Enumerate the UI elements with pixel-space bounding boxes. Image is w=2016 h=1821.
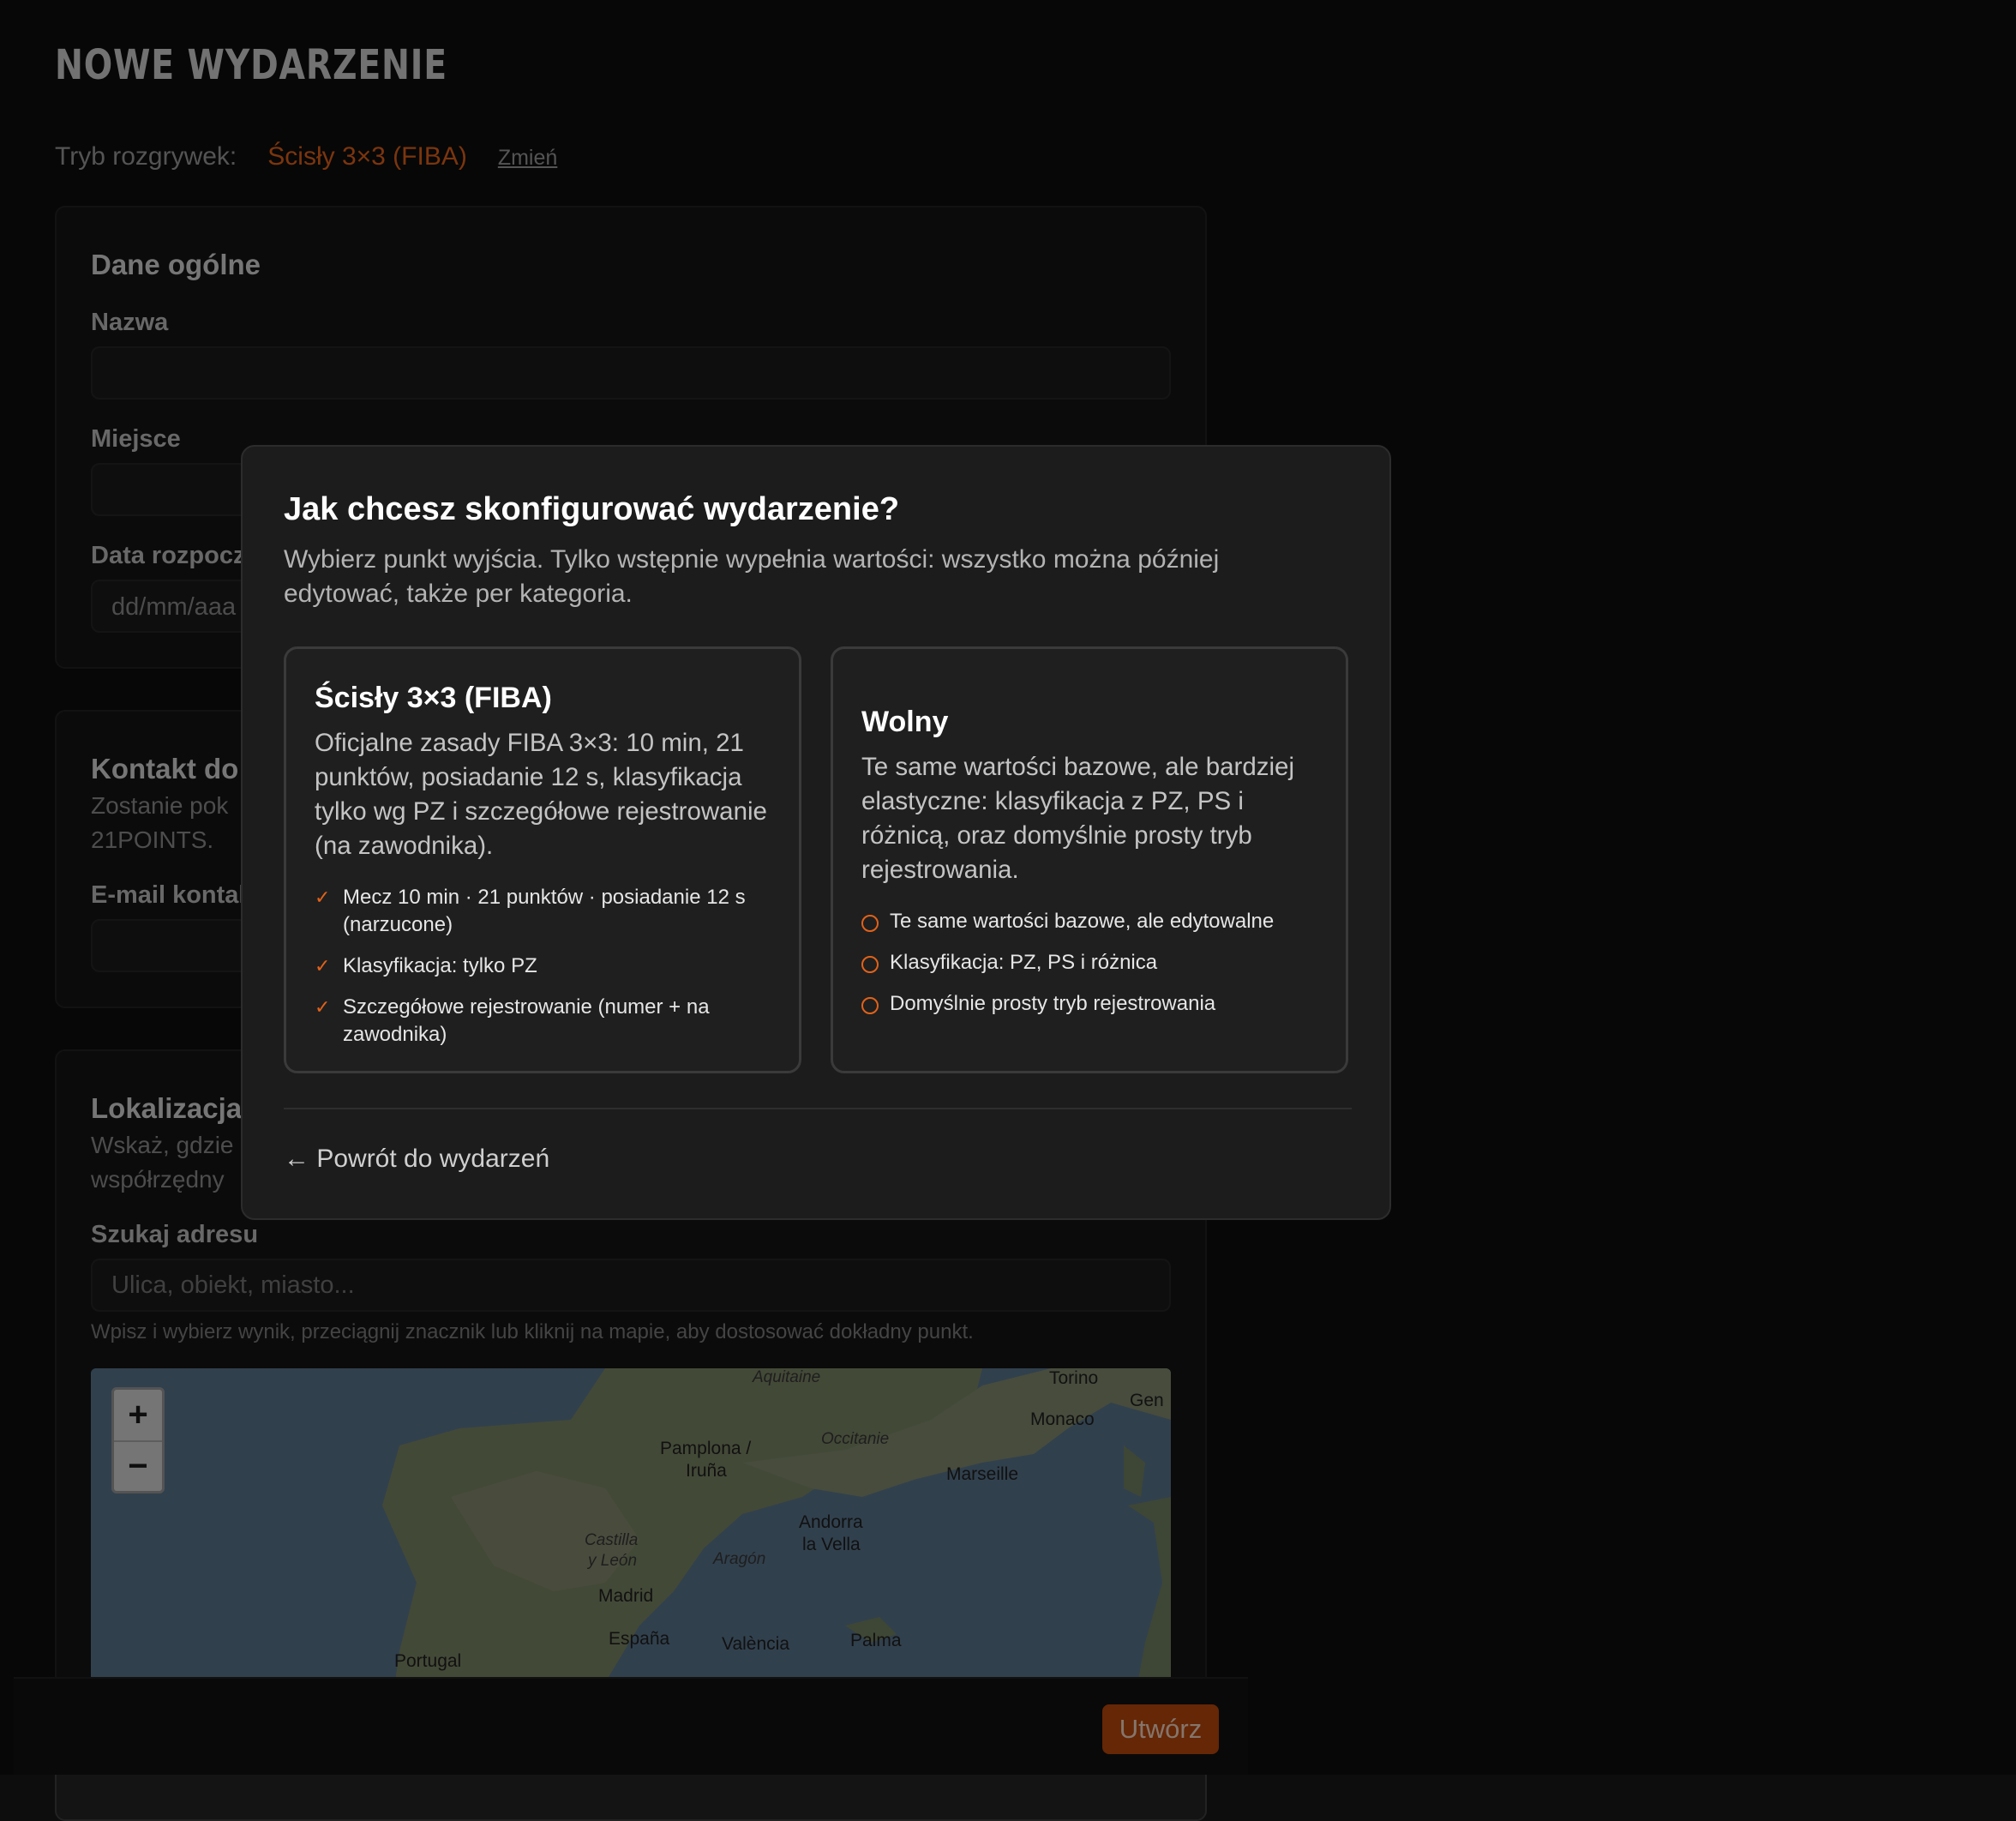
option-free[interactable]: Wolny Te same wartości bazowe, ale bardz…: [831, 646, 1348, 1073]
dialog-description: Wybierz punkt wyjścia. Tylko wstępnie wy…: [284, 545, 1220, 608]
option-feature-text: Domyślnie prosty tryb rejestrowania: [890, 992, 1216, 1015]
option-strict-fiba[interactable]: Ścisły 3×3 (FIBA) Oficjalne zasady FIBA …: [284, 646, 801, 1073]
option-feature: ✓ Szczegółowe rejestrowanie (numer + na z…: [315, 994, 777, 1049]
page: NOWE WYDARZENIE Tryb rozgrywek: Ścisły 3…: [0, 0, 2016, 1821]
option-feature-text: Mecz 10 min · 21 punktów · posiadanie 12…: [343, 886, 746, 936]
dialog-divider: [284, 1108, 1352, 1109]
option-feature-list: Te same wartości bazowe, ale edytowalne …: [861, 908, 1324, 1031]
option-feature: ✓ Mecz 10 min · 21 punktów · posiadanie 1…: [315, 884, 777, 939]
back-to-events-link[interactable]: ← Powrót do wydarzeń: [284, 1145, 549, 1174]
check-icon: ✓: [315, 996, 331, 1018]
option-feature-text: Klasyfikacja: PZ, PS i różnica: [890, 951, 1158, 974]
circle-icon: [861, 997, 879, 1014]
option-feature: Klasyfikacja: PZ, PS i różnica: [861, 949, 1324, 977]
circle-icon: [861, 915, 879, 932]
dialog-title: Jak chcesz skonfigurować wydarzenie?: [284, 491, 900, 527]
option-feature: ✓ Klasyfikacja: tylko PZ: [315, 953, 777, 980]
option-feature-text: Szczegółowe rejestrowanie (numer + na za…: [343, 995, 710, 1046]
option-feature: Domyślnie prosty tryb rejestrowania: [861, 990, 1324, 1018]
option-description: Te same wartości bazowe, ale bardziej el…: [861, 753, 1295, 884]
option-feature: Te same wartości bazowe, ale edytowalne: [861, 908, 1324, 935]
option-feature-list: ✓ Mecz 10 min · 21 punktów · posiadanie 1…: [315, 884, 777, 1062]
option-title: Ścisły 3×3 (FIBA): [315, 682, 552, 714]
option-title: Wolny: [861, 706, 949, 738]
check-icon: ✓: [315, 886, 331, 908]
option-description: Oficjalne zasady FIBA 3×3: 10 min, 21 pu…: [315, 729, 767, 860]
circle-icon: [861, 956, 879, 973]
option-feature-text: Klasyfikacja: tylko PZ: [343, 954, 537, 977]
setup-mode-dialog: Jak chcesz skonfigurować wydarzenie? Wyb…: [241, 445, 1391, 1220]
check-icon: ✓: [315, 955, 331, 977]
option-feature-text: Te same wartości bazowe, ale edytowalne: [890, 910, 1275, 933]
